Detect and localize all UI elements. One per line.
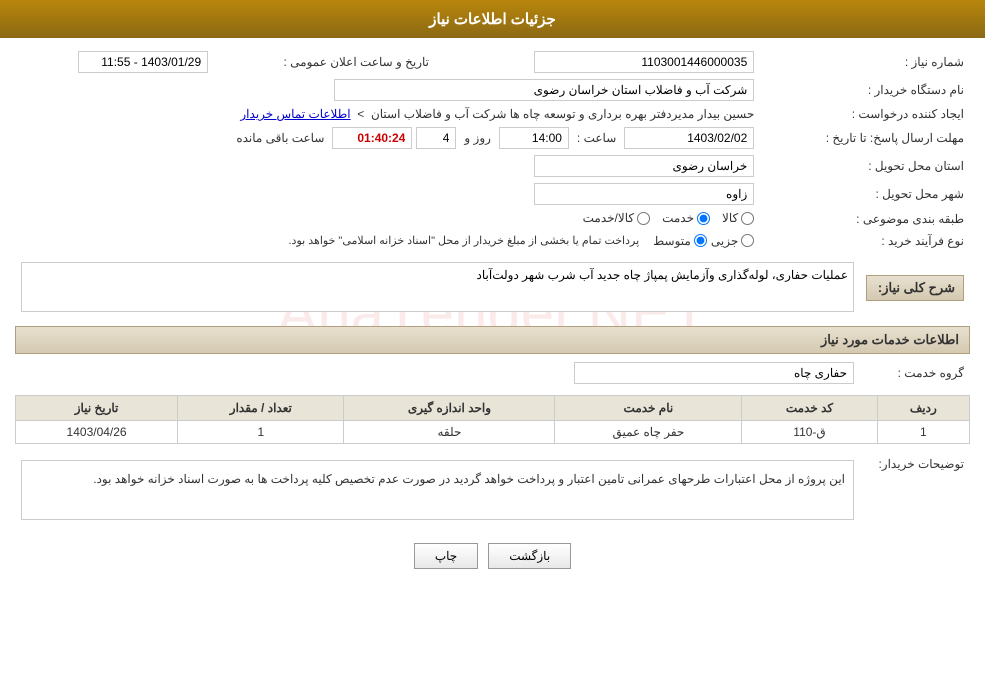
col-nam: نام خدمت xyxy=(555,395,742,420)
button-row: بازگشت چاپ xyxy=(15,543,970,569)
tarikh-elan-input[interactable] xyxy=(78,51,208,73)
sharh-header: شرح کلی نیاز: xyxy=(866,275,964,301)
gorooh-section: گروه خدمت : xyxy=(15,359,970,387)
saat-input[interactable] xyxy=(499,127,569,149)
sharh-section: شرح کلی نیاز: عملیات حفاری، لوله‌گذاری و… xyxy=(15,259,970,318)
khadamat-header: اطلاعات خدمات مورد نیاز xyxy=(15,326,970,354)
back-button[interactable]: بازگشت xyxy=(488,543,571,569)
col-radif: ردیف xyxy=(877,395,969,420)
nam-dastgah-input[interactable] xyxy=(334,79,754,101)
ostan-input[interactable] xyxy=(534,155,754,177)
tabagheh-radio-group: کالا خدمت کالا/خدمت xyxy=(583,211,755,225)
cell-radif: 1 xyxy=(877,420,969,443)
cell-tarikh: 1403/04/26 xyxy=(16,420,178,443)
cell-vahed: حلقه xyxy=(344,420,555,443)
towzih-box: این پروژه از محل اعتبارات طرحهای عمرانی … xyxy=(21,460,854,520)
tabagheh-khedmat-radio[interactable]: خدمت xyxy=(662,211,710,225)
ejad-value: حسین بیدار مدیردفتر بهره برداری و توسعه … xyxy=(371,107,754,121)
col-tedad: تعداد / مقدار xyxy=(178,395,344,420)
nooe-motavasset-radio[interactable]: متوسط xyxy=(653,234,707,248)
ejad-label: ایجاد کننده درخواست : xyxy=(760,104,970,124)
shomare-niaz-input[interactable] xyxy=(534,51,754,73)
towzih-section: توضیحات خریدار: این پروژه از محل اعتبارا… xyxy=(15,452,970,528)
page-title: جزئیات اطلاعات نیاز xyxy=(429,11,556,28)
nooe-label: نوع فرآیند خرید : xyxy=(760,231,970,251)
page-header: جزئیات اطلاعات نیاز xyxy=(0,0,985,38)
tarikh-elan-label: تاریخ و ساعت اعلان عمومی : xyxy=(214,48,435,76)
payment-note: پرداخت تمام یا بخشی از مبلغ خریدار از مح… xyxy=(289,234,640,247)
sharh-textarea[interactable]: عملیات حفاری، لوله‌گذاری وآزمایش پمپاژ چ… xyxy=(21,262,854,312)
shahr-input[interactable] xyxy=(534,183,754,205)
print-button[interactable]: چاپ xyxy=(414,543,478,569)
tabagheh-kala-radio[interactable]: کالا xyxy=(722,211,754,225)
col-tarikh: تاریخ نیاز xyxy=(16,395,178,420)
gorooh-label: گروه خدمت : xyxy=(860,359,970,387)
saat-label: ساعت : xyxy=(577,131,616,145)
cell-tedad: 1 xyxy=(178,420,344,443)
col-vahed: واحد اندازه گیری xyxy=(344,395,555,420)
mohlat-label: مهلت ارسال پاسخ: تا تاریخ : xyxy=(760,124,970,152)
baqi-label: ساعت باقی مانده xyxy=(236,131,324,145)
rooz-input[interactable] xyxy=(416,127,456,149)
main-info-table: شماره نیاز : تاریخ و ساعت اعلان عمومی : xyxy=(15,48,970,251)
tarikh-elan-value xyxy=(15,48,214,76)
gorooh-input[interactable] xyxy=(574,362,854,384)
cell-nam: حفر چاه عمیق xyxy=(555,420,742,443)
shomare-niaz-label: شماره نیاز : xyxy=(760,48,970,76)
baqi-input[interactable] xyxy=(332,127,412,149)
table-row: 1 ق-110 حفر چاه عمیق حلقه 1 1403/04/26 xyxy=(16,420,970,443)
shahr-label: شهر محل تحویل : xyxy=(760,180,970,208)
rooz-label: روز و xyxy=(464,131,491,145)
nam-dastgah-label: نام دستگاه خریدار : xyxy=(760,76,970,104)
tabagheh-kalakhedmat-radio[interactable]: کالا/خدمت xyxy=(583,211,650,225)
towzih-label: توضیحات خریدار: xyxy=(860,452,970,528)
ejad-link[interactable]: اطلاعات تماس خریدار xyxy=(240,107,350,121)
cell-kod: ق-110 xyxy=(742,420,877,443)
ostan-label: استان محل تحویل : xyxy=(760,152,970,180)
date-input[interactable] xyxy=(624,127,754,149)
nooe-jozi-radio[interactable]: جزیی xyxy=(711,234,754,248)
shomare-niaz-value xyxy=(435,48,760,76)
services-table: ردیف کد خدمت نام خدمت واحد اندازه گیری ت… xyxy=(15,395,970,444)
col-kod: کد خدمت xyxy=(742,395,877,420)
tabagheh-label: طبقه بندی موضوعی : xyxy=(760,208,970,231)
